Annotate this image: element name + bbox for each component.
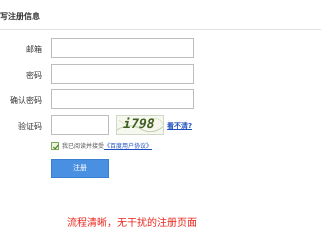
password-row: 密码 [0, 64, 321, 84]
agreement-row: 我已阅读并接受《百度用户协议》 [51, 141, 271, 151]
page-title: 写注册信息 [0, 12, 40, 21]
captcha-image-text: i798 [121, 117, 156, 132]
confirm-password-label: 确认密码 [10, 96, 42, 105]
agree-checkbox[interactable] [51, 142, 60, 150]
captcha-row: 验证码 i798 看不清? [0, 115, 321, 135]
agreement-prefix: 我已阅读并接受 [62, 143, 105, 150]
password-field[interactable] [51, 64, 194, 84]
user-agreement-link[interactable]: 《百度用户协议》 [104, 143, 152, 150]
confirm-password-field[interactable] [51, 89, 194, 109]
refresh-captcha-link[interactable]: 看不清? [167, 121, 192, 131]
caption-text: 流程清晰，无干扰的注册页面 [67, 218, 197, 229]
password-label: 密码 [26, 71, 42, 80]
register-button[interactable]: 注册 [51, 159, 109, 178]
email-row: 邮箱 [0, 38, 321, 58]
captcha-label: 验证码 [18, 122, 42, 131]
email-field[interactable] [51, 38, 194, 58]
captcha-image[interactable]: i798 [116, 115, 164, 135]
checkmark-icon [52, 144, 60, 150]
confirm-password-row: 确认密码 [0, 89, 321, 109]
page-header: 写注册信息 [0, 0, 321, 30]
captcha-field[interactable] [51, 115, 109, 135]
agreement-text: 我已阅读并接受《百度用户协议》 [62, 141, 152, 150]
email-label: 邮箱 [26, 45, 42, 54]
